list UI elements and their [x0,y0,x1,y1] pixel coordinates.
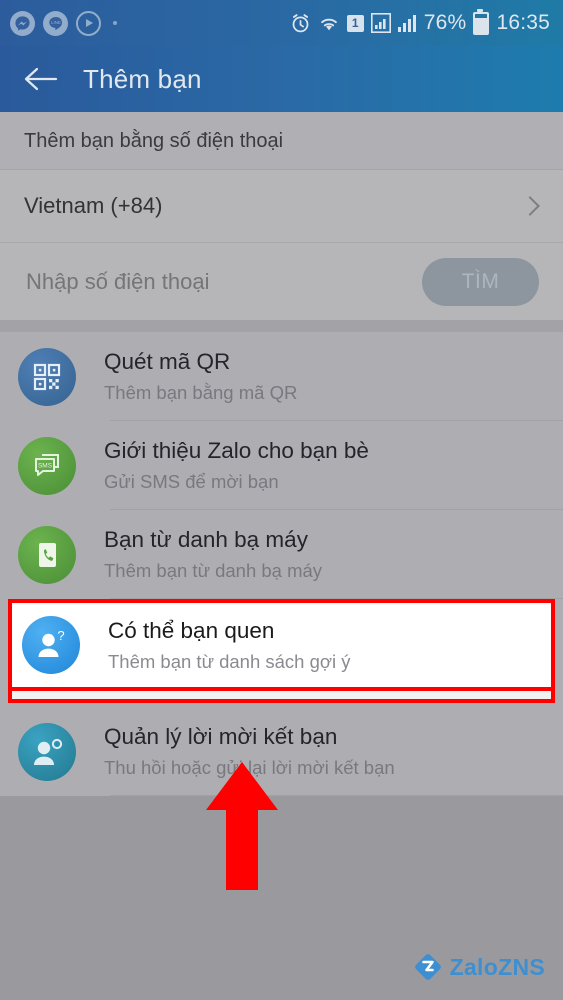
phone-number-input[interactable] [24,267,422,296]
red-up-arrow [205,762,279,890]
signal-icon-2 [397,14,416,32]
battery-icon [473,8,490,35]
country-label: Vietnam (+84) [24,193,163,218]
phone-input-row[interactable]: TÌM [0,242,563,320]
page-title: Thêm bạn [83,63,202,94]
watermark-text: ZaloZNS [449,953,545,980]
list-item-phone-contacts[interactable]: Bạn từ danh bạ máy Thêm bạn từ danh bạ m… [0,510,563,599]
list-item-text: Quét mã QR Thêm bạn bằng mã QR [104,349,297,403]
highlight-border-bottom [8,691,555,703]
list-item-title: Giới thiệu Zalo cho bạn bè [104,438,369,464]
status-bar: LINE 1 76% 16:35 [0,0,563,46]
section-gap-divider [0,320,563,332]
list-item-title: Bạn từ danh bạ máy [104,527,308,553]
list-item-title: Quét mã QR [104,349,231,375]
chevron-right-icon [520,196,540,216]
list-item-text: Có thể bạn quen Thêm bạn từ danh sách gợ… [108,618,351,672]
battery-percent-label: 76% [423,11,467,34]
phone-section-heading: Thêm bạn bằng số điện thoại [0,112,563,170]
list-item-manage-invites[interactable]: Quản lý lời mời kết bạn Thu hồi hoặc gửi… [0,707,563,796]
messenger-icon [10,10,35,36]
sim1-badge: 1 [346,14,364,32]
list-item-subtitle: Thêm bạn bằng mã QR [104,382,298,404]
list-item-subtitle: Thêm bạn từ danh bạ máy [104,560,323,582]
wifi-icon [320,18,337,30]
status-bar-left-icons: LINE [10,10,117,36]
qr-code-icon [18,347,76,406]
content-area: Thêm bạn bằng số điện thoại Vietnam (+84… [0,112,563,796]
notification-dot [113,21,117,25]
list-item-text: Giới thiệu Zalo cho bạn bè Gửi SMS để mờ… [104,438,369,492]
person-question-icon: ? [22,616,80,674]
list-item-text: Bạn từ danh bạ máy Thêm bạn từ danh bạ m… [104,527,322,581]
line-icon: LINE [43,10,68,36]
list-item-subtitle: Gửi SMS để mời bạn [104,471,279,493]
list-item-subtitle: Thêm bạn từ danh sách gợi ý [108,650,351,672]
list-item-invite-sms[interactable]: SMS Giới thiệu Zalo cho bạn bè Gửi SMS đ… [0,421,563,510]
alarm-icon [292,13,309,32]
svg-text:SMS: SMS [38,462,53,469]
signal-icon-1 [370,13,391,33]
add-friend-options-list: Quét mã QR Thêm bạn bằng mã QR SMS Giới … [0,332,563,796]
person-gear-icon [18,722,76,781]
find-button[interactable]: TÌM [422,257,539,306]
status-bar-right-icons: 1 76% 16:35 [290,8,550,35]
row-divider [110,795,563,796]
sms-bubble-icon: SMS [18,436,76,495]
list-item-title: Có thể bạn quen [108,617,275,643]
clock-label: 16:35 [496,11,550,34]
zalo-diamond-z-logo [414,954,441,980]
back-arrow-icon[interactable] [24,64,58,94]
svg-text:?: ? [57,628,64,643]
media-player-icon [76,10,101,36]
svg-text:LINE: LINE [50,20,60,25]
country-selector-row[interactable]: Vietnam (+84) [0,170,563,242]
list-item-people-you-may-know[interactable]: ? Có thể bạn quen Thêm bạn từ danh sách … [8,599,555,691]
list-item-scan-qr[interactable]: Quét mã QR Thêm bạn bằng mã QR [0,332,563,421]
list-item-title: Quản lý lời mời kết bạn [104,724,338,750]
watermark: ZaloZNS [413,952,545,982]
app-bar: Thêm bạn [0,46,563,112]
phone-contacts-icon [18,525,76,584]
